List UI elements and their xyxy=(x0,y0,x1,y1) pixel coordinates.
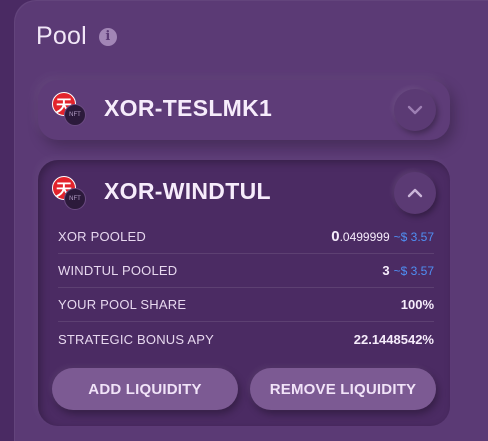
row-label: STRATEGIC BONUS APY xyxy=(58,331,214,347)
xor-pooled-row: XOR POOLED 0 .0499999 ~$ 3.57 xyxy=(58,220,434,254)
value-decimals: .0499999 xyxy=(339,230,390,244)
usd-value: ~$ 3.57 xyxy=(393,230,434,244)
chevron-down-icon xyxy=(407,105,423,115)
nft-token-icon: NFT xyxy=(64,104,86,126)
row-value: 3 ~$ 3.57 xyxy=(382,263,434,278)
usd-value: ~$ 3.57 xyxy=(393,264,434,278)
row-value: 0 .0499999 ~$ 3.57 xyxy=(331,228,434,245)
bonus-apy-row: STRATEGIC BONUS APY 22.1448542% xyxy=(58,322,434,356)
expand-button[interactable] xyxy=(394,89,436,131)
windtul-pooled-row: WINDTUL POOLED 3 ~$ 3.57 xyxy=(58,254,434,288)
row-label: XOR POOLED xyxy=(58,229,146,244)
page-title: Pool xyxy=(36,22,87,50)
info-icon[interactable]: i xyxy=(98,27,117,46)
row-value: 22.1448542% xyxy=(354,332,434,347)
row-value: 100% xyxy=(401,297,434,312)
pair-token-icons: 天 NFT xyxy=(52,176,88,212)
pair-name: XOR-WINDTUL xyxy=(104,178,271,204)
chevron-up-icon xyxy=(407,188,423,198)
add-liquidity-button[interactable]: ADD LIQUIDITY xyxy=(52,368,238,410)
pair-token-icons: 天 NFT xyxy=(52,92,88,128)
row-label: YOUR POOL SHARE xyxy=(58,297,187,312)
remove-liquidity-button[interactable]: REMOVE LIQUIDITY xyxy=(250,368,436,410)
value-integer: 3 xyxy=(382,263,390,278)
pair-name: XOR-TESLMK1 xyxy=(104,95,273,121)
pool-card-xor-windtul: 天 NFT XOR-WINDTUL XOR POOLED 0 .0499999 … xyxy=(38,160,450,426)
pool-header: Pool i xyxy=(36,22,117,51)
row-label: WINDTUL POOLED xyxy=(58,263,178,278)
pool-share-row: YOUR POOL SHARE 100% xyxy=(58,288,434,322)
value-integer: 0 xyxy=(331,228,340,245)
value-text: 22.1448542% xyxy=(353,331,434,347)
pool-card-xor-teslmk1[interactable]: 天 NFT XOR-TESLMK1 xyxy=(38,80,450,140)
collapse-button[interactable] xyxy=(394,172,436,214)
value-text: 100% xyxy=(400,297,434,312)
nft-token-icon: NFT xyxy=(64,188,86,210)
